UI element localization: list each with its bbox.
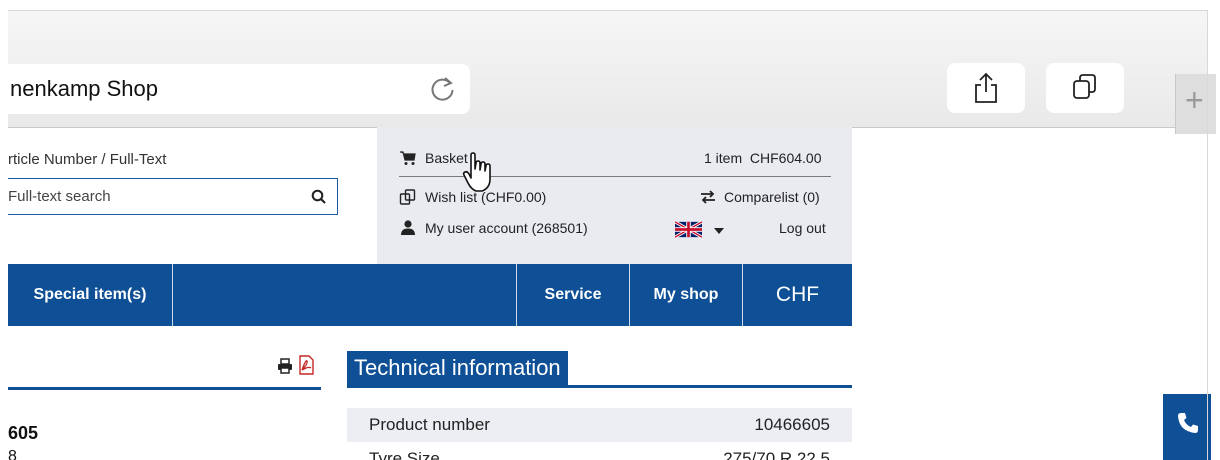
wishlist-icon	[399, 189, 416, 205]
hand-pointer-cursor	[462, 152, 491, 192]
comparelist-link[interactable]: Comparelist (0)	[699, 187, 833, 207]
search-label: rticle Number / Full-Text	[8, 151, 167, 168]
nav-my-shop[interactable]: My shop	[630, 264, 742, 326]
logout-link[interactable]: Log out	[779, 218, 826, 238]
row-label: Tyre Size	[369, 449, 440, 460]
technical-info-heading: Technical information	[347, 351, 568, 385]
screenshot-frame: nenkamp Shop + rticle Number / Full-Text	[0, 0, 1220, 460]
table-row: Tyre Size 275/70 R 22.5	[347, 442, 852, 460]
user-account-label: My user account (268501)	[425, 220, 588, 236]
pdf-icon[interactable]	[298, 355, 314, 375]
nav-service[interactable]: Service	[517, 264, 629, 326]
comparelist-label: Comparelist (0)	[724, 189, 820, 205]
search-input[interactable]	[8, 179, 298, 214]
product-code: 605	[8, 423, 39, 443]
plus-icon: +	[1185, 82, 1204, 118]
basket-summary[interactable]: 1 item CHF604.00	[704, 148, 822, 168]
reload-icon[interactable]	[428, 74, 458, 104]
cart-icon	[400, 151, 416, 165]
row-label: Product number	[369, 415, 490, 434]
compare-arrows-icon	[701, 190, 715, 204]
user-icon	[401, 220, 415, 235]
row-value: 10466605	[754, 415, 830, 434]
table-row: Product number 10466605	[347, 408, 852, 442]
nav-currency[interactable]: CHF	[743, 264, 852, 326]
nav-divider	[172, 264, 173, 326]
search-box	[8, 178, 338, 215]
row-value: 275/70 R 22.5	[723, 449, 830, 460]
phone-icon	[1178, 413, 1198, 433]
main-navigation: Special item(s) Service My shop CHF	[8, 264, 852, 326]
share-icon	[975, 72, 997, 103]
chevron-down-icon[interactable]	[714, 228, 724, 234]
account-panel: Basket 1 item CHF604.00 Wish list (CHF0.…	[377, 127, 852, 264]
browser-toolbar: nenkamp Shop +	[8, 10, 1216, 134]
tabs-icon	[1073, 74, 1096, 99]
new-tab-button[interactable]: +	[1175, 74, 1216, 134]
address-bar-text: nenkamp Shop	[10, 76, 158, 101]
call-button[interactable]	[1163, 394, 1211, 460]
address-bar[interactable]: nenkamp Shop	[8, 64, 470, 114]
print-icon[interactable]	[277, 358, 293, 374]
tabs-overview-button[interactable]	[1046, 63, 1124, 113]
search-icon[interactable]	[310, 188, 328, 206]
uk-flag-icon[interactable]	[675, 221, 702, 238]
share-button[interactable]	[947, 63, 1025, 113]
nav-special-items[interactable]: Special item(s)	[8, 264, 172, 326]
product-subtext: 8	[8, 448, 17, 460]
section-rule	[8, 387, 321, 390]
technical-info-rule	[347, 385, 852, 388]
